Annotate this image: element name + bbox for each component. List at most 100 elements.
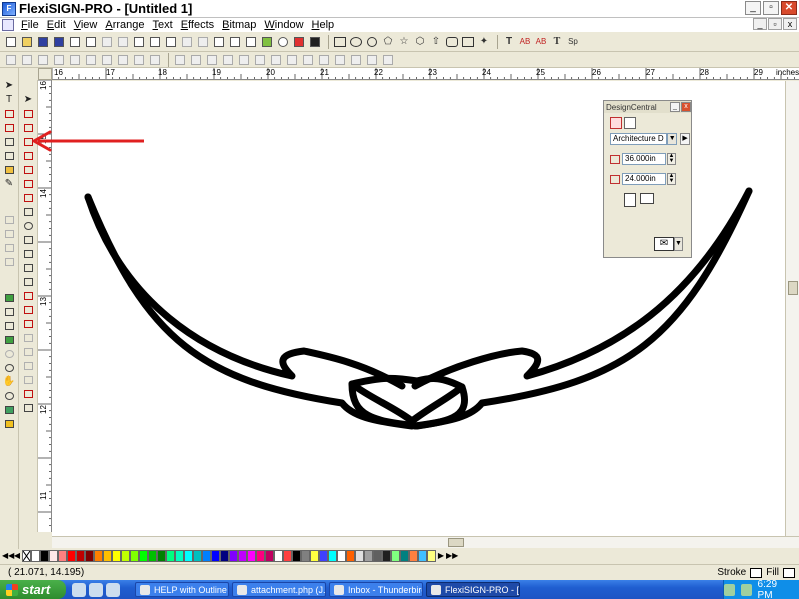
weld-icon[interactable] <box>148 53 162 67</box>
color-swatch[interactable] <box>400 550 409 562</box>
color-swatch[interactable] <box>364 550 373 562</box>
explorer-quicklaunch-icon[interactable] <box>89 582 103 597</box>
restore-button[interactable]: ▫ <box>763 1 779 15</box>
eyedropper-icon[interactable]: ✎ <box>3 178 15 189</box>
trim-tool-icon[interactable] <box>22 304 34 315</box>
color-swatch[interactable] <box>427 550 436 562</box>
ellipse-node-icon[interactable] <box>22 220 34 231</box>
node-curve-icon[interactable] <box>301 53 315 67</box>
text-tool-icon[interactable]: T <box>3 94 15 105</box>
text-style-ab-icon[interactable]: AB <box>518 35 532 49</box>
color-swatch[interactable] <box>220 550 229 562</box>
color-swatch[interactable] <box>40 550 49 562</box>
bitmap-icon[interactable] <box>308 35 322 49</box>
scissors-tool-icon[interactable] <box>22 290 34 301</box>
width-field[interactable]: 36.000in <box>622 153 666 165</box>
menu-bitmap[interactable]: Bitmap <box>218 19 260 31</box>
color-swatch[interactable] <box>310 550 319 562</box>
color-swatch[interactable] <box>103 550 112 562</box>
color-swatch[interactable] <box>130 550 139 562</box>
contour-tool-icon[interactable] <box>3 334 15 345</box>
cut-icon[interactable] <box>100 35 114 49</box>
color-swatch[interactable] <box>373 550 382 562</box>
menu-effects[interactable]: Effects <box>177 19 218 31</box>
select-arrow-icon[interactable]: ➤ <box>3 80 15 91</box>
horizontal-scrollbar[interactable] <box>52 536 799 548</box>
text-serif-icon[interactable]: T <box>550 35 564 49</box>
palette-left-icon[interactable]: ◀ <box>12 550 22 562</box>
close-button[interactable]: ✕ <box>781 1 797 15</box>
menu-arrange[interactable]: Arrange <box>101 19 148 31</box>
color-swatch[interactable] <box>265 550 274 562</box>
rounded-rect-shape-icon[interactable] <box>445 35 459 49</box>
spline-tool-icon[interactable] <box>22 192 34 203</box>
node-start-icon[interactable] <box>349 53 363 67</box>
distort-tool-icon[interactable] <box>3 150 15 161</box>
menu-text[interactable]: Text <box>149 19 177 31</box>
tray-app-icon[interactable] <box>723 583 735 596</box>
color-swatch[interactable] <box>31 550 40 562</box>
envelope-icon[interactable]: ✉ <box>654 237 674 251</box>
task-thunderbird[interactable]: Inbox - Thunderbird <box>329 582 423 597</box>
horizontal-scroll-thumb[interactable] <box>448 538 464 547</box>
start-button[interactable]: start <box>0 580 66 599</box>
node-edit-icon[interactable] <box>173 53 187 67</box>
polygon-shape-icon[interactable]: ⬡ <box>413 35 427 49</box>
preview-icon[interactable] <box>292 35 306 49</box>
design-central-icon[interactable] <box>244 35 258 49</box>
child-close-button[interactable]: x <box>783 18 797 30</box>
arrow-shape-icon[interactable]: ⇧ <box>429 35 443 49</box>
node-smooth-icon[interactable] <box>253 53 267 67</box>
page-size-select[interactable]: Architecture D ▼ ▶ <box>610 133 691 145</box>
color-swatch[interactable] <box>337 550 346 562</box>
circle-shape-icon[interactable] <box>365 35 379 49</box>
zoom-out-icon[interactable] <box>3 348 15 359</box>
height-stepper[interactable]: ▲ ▼ <box>667 173 676 185</box>
burst-shape-icon[interactable]: ✦ <box>477 35 491 49</box>
tab-page-setup[interactable] <box>610 117 622 129</box>
color-swatch[interactable] <box>409 550 418 562</box>
color-swatch[interactable] <box>238 550 247 562</box>
zoom-in-icon[interactable] <box>3 362 15 373</box>
layout-icon[interactable] <box>228 35 242 49</box>
color-swatch[interactable] <box>58 550 67 562</box>
color-swatch[interactable] <box>202 550 211 562</box>
color-swatch[interactable] <box>67 550 76 562</box>
distribute-icon[interactable] <box>100 53 114 67</box>
task-flexisign[interactable]: FlexiSIGN-PRO - [... <box>426 582 520 597</box>
color-swatch[interactable] <box>328 550 337 562</box>
node-join-icon[interactable] <box>237 53 251 67</box>
color-swatch[interactable] <box>292 550 301 562</box>
vertical-scrollbar[interactable] <box>785 81 799 536</box>
align-top-icon[interactable] <box>52 53 66 67</box>
design-central-close-button[interactable]: x <box>681 102 691 112</box>
mail-quicklaunch-icon[interactable] <box>106 582 120 597</box>
effect-tool-2-icon[interactable] <box>3 228 15 239</box>
banner-shape-icon[interactable] <box>461 35 475 49</box>
tab-object[interactable] <box>624 117 636 129</box>
color-swatch[interactable] <box>49 550 58 562</box>
color-swatch[interactable] <box>148 550 157 562</box>
chevron-down-icon[interactable]: ▼ <box>667 133 678 145</box>
undo-icon[interactable] <box>148 35 162 49</box>
bezier-tool-icon[interactable] <box>22 108 34 119</box>
print-icon[interactable] <box>68 35 82 49</box>
node-arc-icon[interactable] <box>317 53 331 67</box>
landscape-icon[interactable] <box>640 193 654 204</box>
rectangle-shape-icon[interactable] <box>333 35 347 49</box>
pan-hand-icon[interactable]: ✋ <box>3 376 15 387</box>
output-icon[interactable] <box>84 35 98 49</box>
cut-tool-icon[interactable] <box>3 292 15 303</box>
menu-edit[interactable]: Edit <box>43 19 70 31</box>
polyline-tool-icon[interactable] <box>22 164 34 175</box>
horizontal-ruler[interactable]: 16 17 18 19 20 21 22 23 24 25 26 27 28 2… <box>52 68 799 80</box>
zoom-fit-icon[interactable] <box>3 390 15 401</box>
color-swatch[interactable] <box>175 550 184 562</box>
color-tool-icon[interactable] <box>3 404 15 415</box>
task-attachment[interactable]: attachment.php (J... <box>232 582 326 597</box>
order-front-icon[interactable] <box>116 53 130 67</box>
group-icon[interactable] <box>180 35 194 49</box>
chevron-down-icon[interactable]: ▼ <box>674 237 683 251</box>
effect-tool-3-icon[interactable] <box>3 242 15 253</box>
color-swatch[interactable] <box>355 550 364 562</box>
